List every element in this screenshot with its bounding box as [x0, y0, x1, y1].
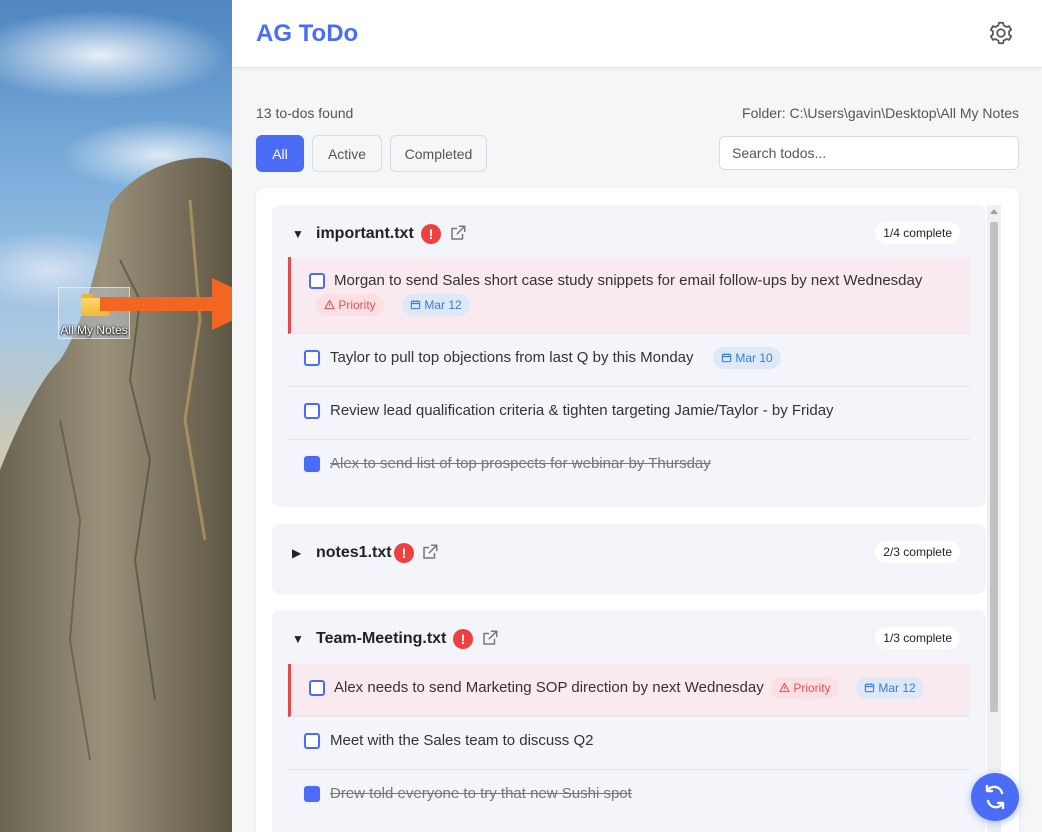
file-name: Team-Meeting.txt	[316, 630, 447, 647]
todo-item: Drew told everyone to try that new Sushi…	[288, 770, 970, 823]
todo-item: Taylor to pull top objections from last …	[288, 334, 970, 387]
todo-text: Alex to send list of top prospects for w…	[330, 455, 711, 472]
file-card-notes1: ▶ notes1.txt ! 2/3 complete	[272, 524, 986, 594]
todo-checkbox-checked[interactable]	[304, 456, 320, 472]
todo-text: Taylor to pull top objections from last …	[330, 349, 694, 366]
settings-button[interactable]	[988, 20, 1014, 46]
priority-tag: Priority	[316, 294, 384, 316]
todo-text: Morgan to send Sales short case study sn…	[334, 272, 923, 289]
collapse-arrow-icon[interactable]: ▼	[292, 632, 304, 646]
alert-icon: !	[421, 224, 441, 244]
file-card-team-meeting: ▼ Team-Meeting.txt ! 1/3 complete Alex n…	[272, 610, 986, 832]
todo-text: Review lead qualification criteria & tig…	[330, 402, 834, 419]
todo-checkbox[interactable]	[309, 680, 325, 696]
external-link-icon[interactable]	[421, 543, 439, 561]
todo-item: Review lead qualification criteria & tig…	[288, 387, 970, 440]
file-header[interactable]: ▼ important.txt ! 1/4 complete	[272, 205, 986, 261]
due-date-tag: Mar 10	[713, 347, 781, 369]
todo-checkbox[interactable]	[304, 403, 320, 419]
filter-completed-button[interactable]: Completed	[390, 135, 487, 172]
collapse-arrow-icon[interactable]: ▼	[292, 227, 304, 241]
todo-text: Alex needs to send Marketing SOP directi…	[334, 679, 764, 696]
file-card-important: ▼ important.txt ! 1/4 complete Morgan to…	[272, 205, 986, 507]
expand-arrow-icon[interactable]: ▶	[292, 546, 301, 560]
external-link-icon[interactable]	[449, 224, 467, 242]
standing-stone-image	[0, 157, 232, 832]
refresh-icon	[985, 784, 1005, 810]
external-link-icon[interactable]	[481, 629, 499, 647]
file-header[interactable]: ▶ notes1.txt ! 2/3 complete	[272, 524, 986, 580]
scroll-up-arrow-icon[interactable]	[987, 205, 1001, 219]
calendar-icon	[410, 300, 421, 310]
todo-list-panel: ▼ important.txt ! 1/4 complete Morgan to…	[256, 188, 1019, 832]
due-date-tag: Mar 12	[402, 294, 470, 316]
app-title: AG ToDo	[256, 20, 359, 47]
filter-active-button[interactable]: Active	[312, 135, 382, 172]
todo-checkbox[interactable]	[304, 733, 320, 749]
todo-text: Drew told everyone to try that new Sushi…	[330, 785, 632, 802]
todo-item: Alex needs to send Marketing SOP directi…	[288, 664, 970, 717]
todo-item: Meet with the Sales team to discuss Q2	[288, 717, 970, 770]
app-header: AG ToDo	[232, 0, 1042, 68]
filter-all-button[interactable]: All	[256, 135, 304, 172]
completion-badge: 1/4 complete	[875, 222, 960, 244]
app-window: AG ToDo 13 to-dos found Folder: C:\Users…	[232, 0, 1042, 832]
due-date-tag: Mar 12	[856, 677, 924, 699]
todo-checkbox-checked[interactable]	[304, 786, 320, 802]
calendar-icon	[864, 683, 875, 693]
refresh-button[interactable]	[971, 773, 1019, 821]
search-input[interactable]	[719, 136, 1019, 170]
desktop-background: All My Notes	[0, 0, 232, 832]
scrollbar-thumb[interactable]	[990, 222, 998, 712]
warning-triangle-icon	[324, 299, 335, 310]
todo-text: Meet with the Sales team to discuss Q2	[330, 732, 594, 749]
file-name: important.txt	[316, 225, 414, 242]
file-name: notes1.txt	[316, 544, 392, 561]
todo-checkbox[interactable]	[309, 273, 325, 289]
completion-badge: 1/3 complete	[875, 627, 960, 649]
alert-icon: !	[394, 543, 414, 563]
completion-badge: 2/3 complete	[875, 541, 960, 563]
warning-triangle-icon	[779, 682, 790, 693]
scrollbar[interactable]	[987, 205, 1001, 832]
priority-tag: Priority	[771, 677, 839, 699]
gear-icon	[989, 21, 1013, 45]
todo-checkbox[interactable]	[304, 350, 320, 366]
alert-icon: !	[453, 629, 473, 649]
todo-count: 13 to-dos found	[256, 105, 354, 121]
todo-item: Morgan to send Sales short case study sn…	[288, 257, 970, 334]
folder-path: Folder: C:\Users\gavin\Desktop\All My No…	[742, 105, 1019, 121]
file-header[interactable]: ▼ Team-Meeting.txt ! 1/3 complete	[272, 610, 986, 666]
calendar-icon	[721, 353, 732, 363]
todo-item: Alex to send list of top prospects for w…	[288, 440, 970, 493]
